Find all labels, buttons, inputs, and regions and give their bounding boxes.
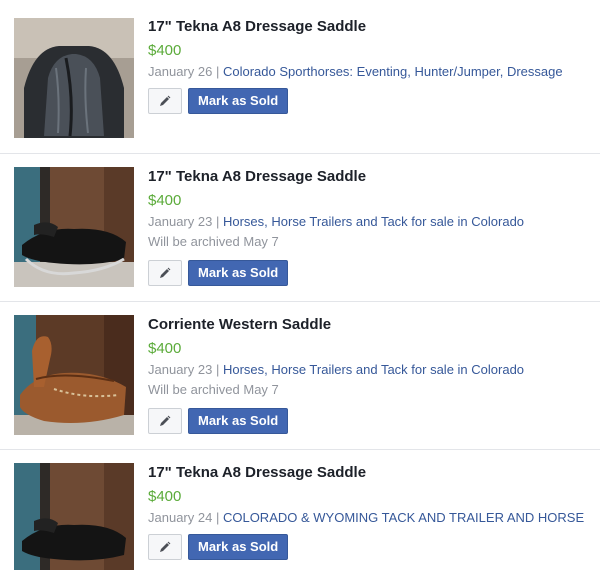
listing-price: $400	[148, 192, 182, 209]
edit-button[interactable]	[148, 408, 182, 434]
group-link[interactable]: Horses, Horse Trailers and Tack for sale…	[223, 362, 524, 377]
listing-list: 17" Tekna A8 Dressage Saddle $400 Januar…	[0, 0, 600, 570]
listing-photo[interactable]	[14, 167, 134, 287]
listing-title[interactable]: Corriente Western Saddle	[148, 315, 600, 335]
group-link[interactable]: Horses, Horse Trailers and Tack for sale…	[223, 214, 524, 229]
listing-actions: Mark as Sold	[148, 534, 600, 560]
listing-photo[interactable]	[14, 18, 134, 138]
listing-meta: January 23 | Horses, Horse Trailers and …	[148, 362, 600, 378]
listing-actions: Mark as Sold	[148, 408, 600, 434]
listing-title[interactable]: 17" Tekna A8 Dressage Saddle	[148, 17, 600, 37]
listing-title[interactable]: 17" Tekna A8 Dressage Saddle	[148, 167, 600, 187]
listing-date: January 26	[148, 64, 213, 79]
listing-date: January 23	[148, 214, 213, 229]
listing-meta: January 26 | Colorado Sporthorses: Event…	[148, 64, 600, 80]
mark-as-sold-button[interactable]: Mark as Sold	[188, 88, 289, 114]
pencil-icon	[160, 541, 171, 552]
listing-item: 17" Tekna A8 Dressage Saddle $400 Januar…	[0, 450, 600, 570]
listing-meta: January 24 | COLORADO & WYOMING TACK AND…	[148, 510, 600, 526]
listing-photo[interactable]	[14, 315, 134, 435]
listing-date: January 24	[148, 510, 213, 525]
listing-price: $400	[148, 488, 182, 505]
listing-photo[interactable]	[14, 463, 134, 570]
listing-info: 17" Tekna A8 Dressage Saddle $400 Januar…	[148, 17, 600, 114]
pencil-icon	[160, 95, 171, 106]
mark-as-sold-button[interactable]: Mark as Sold	[188, 408, 289, 434]
listing-info: 17" Tekna A8 Dressage Saddle $400 Januar…	[148, 463, 600, 560]
meta-separator: |	[215, 214, 220, 229]
listing-item: 17" Tekna A8 Dressage Saddle $400 Januar…	[0, 0, 600, 154]
listing-date: January 23	[148, 362, 213, 377]
listing-info: Corriente Western Saddle $400 January 23…	[148, 315, 600, 434]
mark-as-sold-button[interactable]: Mark as Sold	[188, 260, 289, 286]
edit-button[interactable]	[148, 260, 182, 286]
pencil-icon	[160, 267, 171, 278]
listing-actions: Mark as Sold	[148, 88, 600, 114]
archive-notice: Will be archived May 7	[148, 234, 279, 249]
listing-price: $400	[148, 42, 182, 59]
meta-separator: |	[215, 362, 220, 377]
listing-actions: Mark as Sold	[148, 260, 600, 286]
mark-as-sold-button[interactable]: Mark as Sold	[188, 534, 289, 560]
listing-price: $400	[148, 340, 182, 357]
edit-button[interactable]	[148, 534, 182, 560]
listing-info: 17" Tekna A8 Dressage Saddle $400 Januar…	[148, 167, 600, 286]
listing-title[interactable]: 17" Tekna A8 Dressage Saddle	[148, 463, 600, 483]
group-link[interactable]: COLORADO & WYOMING TACK AND TRAILER AND …	[223, 510, 584, 525]
listing-item: Corriente Western Saddle $400 January 23…	[0, 302, 600, 450]
listing-item: 17" Tekna A8 Dressage Saddle $400 Januar…	[0, 154, 600, 302]
listing-meta: January 23 | Horses, Horse Trailers and …	[148, 214, 600, 230]
archive-notice: Will be archived May 7	[148, 382, 279, 397]
meta-separator: |	[215, 510, 220, 525]
pencil-icon	[160, 415, 171, 426]
edit-button[interactable]	[148, 88, 182, 114]
group-link[interactable]: Colorado Sporthorses: Eventing, Hunter/J…	[223, 64, 563, 79]
meta-separator: |	[215, 64, 220, 79]
